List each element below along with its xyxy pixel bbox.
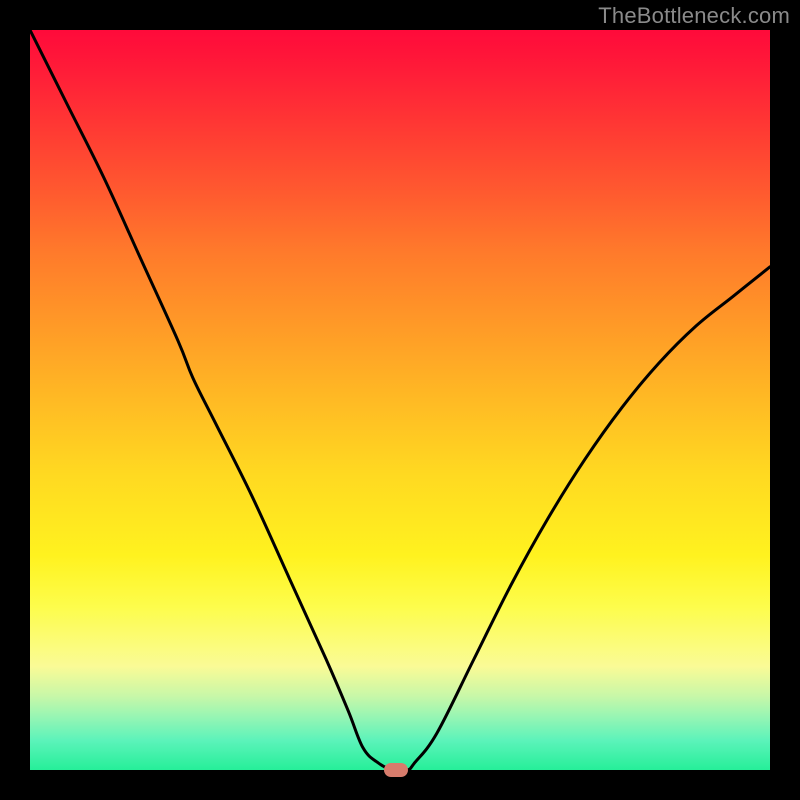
chart-plot-area — [30, 30, 770, 770]
chart-stage: TheBottleneck.com — [0, 0, 800, 800]
chart-line-svg — [30, 30, 770, 770]
watermark-text: TheBottleneck.com — [598, 4, 790, 28]
bottleneck-curve-path — [30, 30, 770, 770]
bottleneck-marker — [384, 763, 408, 777]
